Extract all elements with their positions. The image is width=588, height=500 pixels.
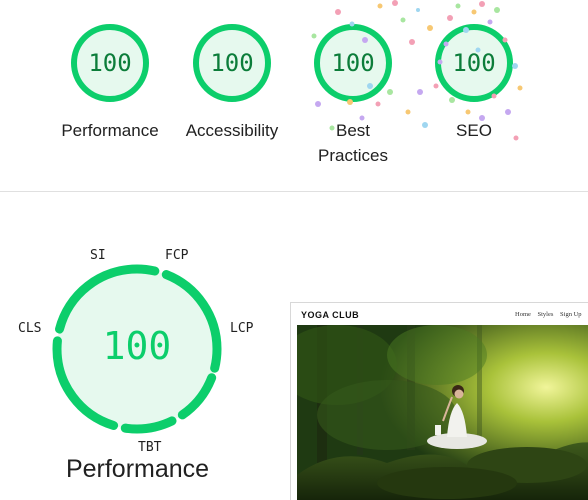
gauge-score: 100: [210, 49, 254, 77]
section-divider: [0, 191, 588, 192]
gauge-label: SEO: [456, 121, 492, 140]
preview-nav: Home Styles Sign Up: [515, 311, 587, 318]
metric-label-cls: CLS: [18, 321, 42, 336]
final-screenshot-preview[interactable]: YOGA CLUB Home Styles Sign Up: [290, 302, 588, 500]
preview-brand: YOGA CLUB: [301, 310, 360, 320]
gauge-seo[interactable]: 100 SEO: [414, 22, 534, 143]
preview-nav-item: Sign Up: [560, 311, 582, 318]
score-ring-icon: 100: [312, 22, 394, 104]
gauge-accessibility[interactable]: 100 Accessibility: [172, 22, 292, 143]
gauge-score: 100: [331, 49, 375, 77]
gauge-best-practices[interactable]: 100 Best Practices: [293, 22, 413, 168]
gauge-label: Accessibility: [185, 121, 279, 140]
gauge-score: 100: [452, 49, 496, 77]
metric-label-lcp: LCP: [230, 321, 254, 336]
yoga-forest-photo: [297, 325, 588, 500]
score-ring-icon: 100: [191, 22, 273, 104]
gauge-score: 100: [88, 49, 132, 77]
metric-label-si: SI: [90, 248, 106, 263]
gauge-label: Best Practices: [318, 121, 388, 165]
performance-score-large: 100: [102, 324, 172, 368]
score-ring-icon: 100: [433, 22, 515, 104]
performance-gauge-large: 100: [48, 260, 226, 438]
metric-label-fcp: FCP: [165, 248, 189, 263]
score-ring-icon: 100: [69, 22, 151, 104]
gauge-performance[interactable]: 100 Performance: [50, 22, 170, 143]
gauge-label: Performance: [61, 121, 159, 140]
preview-site-header: YOGA CLUB Home Styles Sign Up: [291, 303, 588, 325]
lighthouse-report: 100 Performance 100 Accessibility 100 Be…: [0, 0, 588, 500]
metric-label-tbt: TBT: [138, 440, 162, 455]
performance-title: Performance: [65, 455, 210, 483]
preview-nav-item: Styles: [537, 311, 554, 318]
preview-nav-item: Home: [515, 311, 531, 318]
